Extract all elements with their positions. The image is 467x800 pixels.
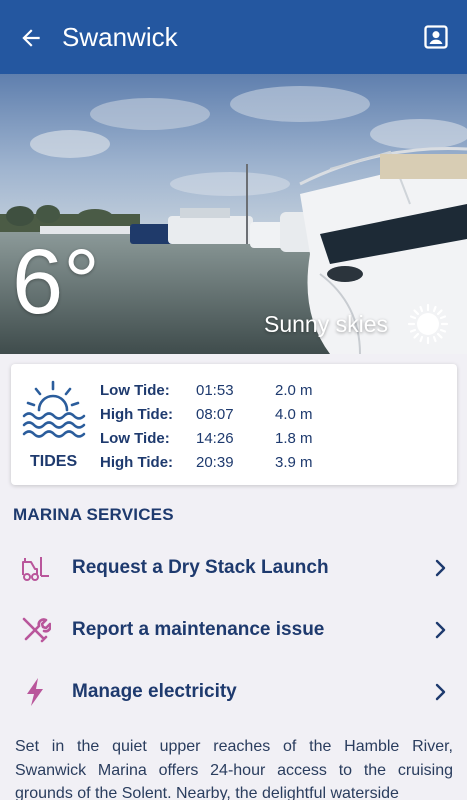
tide-time: 14:26 (196, 430, 234, 447)
tide-type: Low Tide: (100, 382, 170, 399)
service-label: Manage electricity (72, 681, 237, 702)
chevron-right-icon (435, 559, 446, 577)
back-arrow-icon[interactable] (16, 23, 46, 53)
weather-summary: Sunny skies (264, 311, 389, 337)
tools-icon (22, 617, 51, 643)
service-item-electricity[interactable]: Manage electricity (0, 664, 467, 720)
tides-icon (22, 380, 86, 438)
tide-height: 1.8 m (275, 430, 313, 447)
tide-height: 4.0 m (275, 406, 313, 423)
tide-time: 08:07 (196, 406, 234, 423)
service-label: Report a maintenance issue (72, 619, 325, 640)
tide-type: Low Tide: (100, 430, 170, 447)
app-bar: Swanwick (0, 0, 467, 74)
chevron-right-icon (435, 621, 446, 639)
forklift-icon (22, 557, 49, 581)
temperature-readout: 6° (12, 231, 100, 333)
tides-label: TIDES (30, 453, 78, 470)
service-item-maintenance[interactable]: Report a maintenance issue (0, 602, 467, 658)
tide-time: 01:53 (196, 382, 234, 399)
marina-description: Set in the quiet upper reaches of the Ha… (15, 738, 453, 800)
tide-height: 3.9 m (275, 454, 313, 471)
tide-time: 20:39 (196, 454, 234, 471)
tide-type: High Tide: (100, 454, 174, 471)
page-title: Swanwick (62, 22, 178, 52)
lightning-icon (27, 678, 43, 706)
service-label: Request a Dry Stack Launch (72, 557, 329, 578)
sun-icon (407, 303, 449, 345)
section-title-marina-services: MARINA SERVICES (13, 505, 174, 524)
chevron-right-icon (435, 683, 446, 701)
tides-card[interactable]: TIDES Low Tide: 01:53 2.0 m High Tide: 0… (11, 364, 457, 485)
service-item-dry-stack[interactable]: Request a Dry Stack Launch (0, 540, 467, 596)
tide-height: 2.0 m (275, 382, 313, 399)
marina-hero-image: 6° Sunny skies (0, 74, 467, 354)
contact-card-icon[interactable] (421, 22, 451, 52)
tide-type: High Tide: (100, 406, 174, 423)
